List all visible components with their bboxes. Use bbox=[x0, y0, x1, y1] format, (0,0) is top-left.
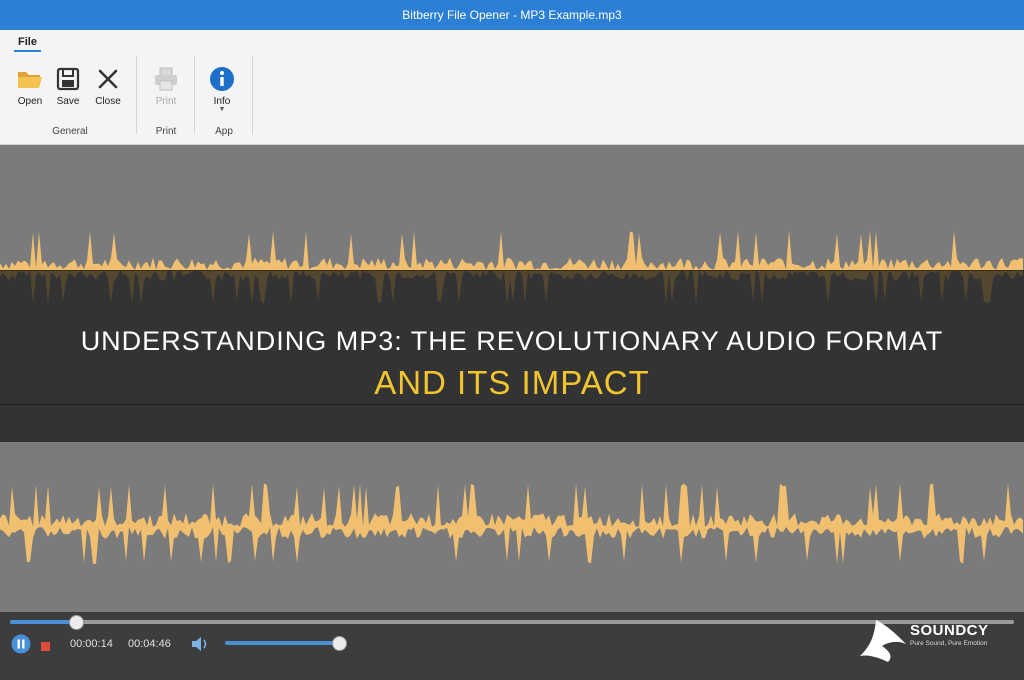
chevron-down-icon: ▼ bbox=[218, 106, 226, 113]
x-icon bbox=[90, 64, 126, 94]
headline-line-2: AND ITS IMPACT bbox=[374, 364, 650, 401]
banner-rule-top bbox=[0, 270, 1024, 271]
elapsed-time: 00:00:14 bbox=[70, 638, 113, 650]
seek-progress bbox=[10, 620, 76, 624]
window-title: Bitberry File Opener - MP3 Example.mp3 bbox=[402, 8, 622, 22]
print-button[interactable]: Print bbox=[148, 64, 184, 107]
printer-icon bbox=[148, 64, 184, 94]
open-button[interactable]: Open bbox=[12, 64, 48, 107]
logo-tagline: Pure Sound, Pure Emotion bbox=[910, 640, 988, 647]
volume-button[interactable] bbox=[190, 635, 210, 658]
headline-line-1: UNDERSTANDING MP3: THE REVOLUTIONARY AUD… bbox=[80, 326, 944, 356]
save-button[interactable]: Save bbox=[50, 64, 86, 107]
pause-button[interactable] bbox=[11, 634, 31, 659]
seek-handle[interactable] bbox=[69, 615, 85, 630]
open-label: Open bbox=[17, 96, 43, 107]
print-label: Print bbox=[155, 96, 177, 107]
ribbon-separator bbox=[194, 56, 195, 134]
speaker-icon bbox=[190, 637, 210, 657]
folder-icon bbox=[12, 64, 48, 94]
ribbon-separator bbox=[252, 56, 253, 134]
waveform-path bbox=[0, 483, 1023, 564]
stop-button[interactable] bbox=[41, 639, 51, 657]
tab-file[interactable]: File bbox=[14, 36, 41, 52]
brand-logo: SOUNDCY Pure Sound, Pure Emotion bbox=[858, 616, 1018, 668]
ribbon: File Open Save Close General Print Print… bbox=[0, 30, 1024, 145]
floppy-disk-icon bbox=[50, 64, 86, 94]
pause-icon bbox=[11, 634, 31, 658]
close-button[interactable]: Close bbox=[90, 64, 126, 107]
total-duration: 00:04:46 bbox=[128, 638, 171, 650]
volume-handle[interactable] bbox=[332, 636, 347, 651]
ribbon-separator bbox=[136, 56, 137, 134]
group-label-general: General bbox=[52, 126, 88, 137]
volume-slider[interactable] bbox=[225, 636, 347, 651]
save-label: Save bbox=[56, 96, 80, 107]
soundcy-logo-icon bbox=[858, 616, 910, 671]
stop-icon bbox=[41, 639, 51, 656]
title-overlay: UNDERSTANDING MP3: THE REVOLUTIONARY AUD… bbox=[0, 270, 1024, 442]
info-button[interactable]: Info ▼ bbox=[204, 64, 240, 113]
info-circle-icon bbox=[204, 64, 240, 94]
close-label: Close bbox=[95, 96, 121, 107]
group-label-print: Print bbox=[155, 126, 177, 137]
group-label-app: App bbox=[215, 126, 233, 137]
app-window: Bitberry File Opener - MP3 Example.mp3 F… bbox=[0, 0, 1024, 680]
title-bar: Bitberry File Opener - MP3 Example.mp3 bbox=[0, 0, 1024, 30]
volume-level bbox=[225, 641, 338, 645]
waveform-lower bbox=[0, 483, 1023, 564]
logo-name: SOUNDCY bbox=[910, 622, 989, 639]
banner-rule-bottom bbox=[0, 404, 1024, 405]
